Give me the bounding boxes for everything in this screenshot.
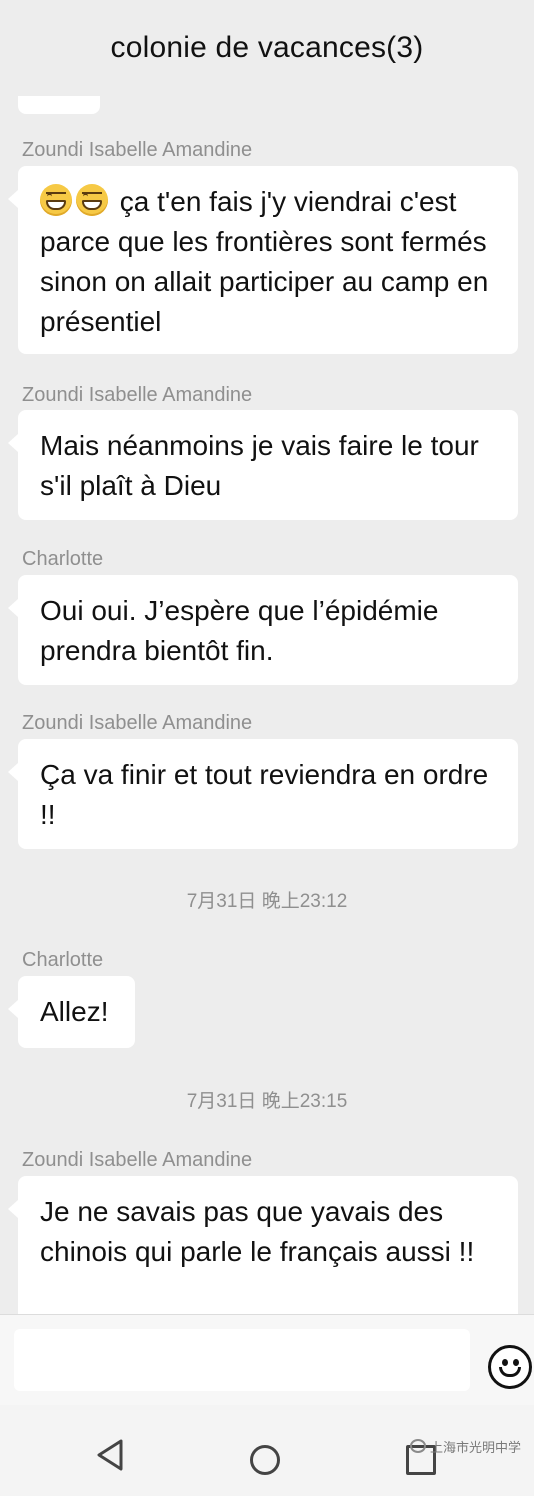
- message-bubble[interactable]: Allez!: [8, 976, 135, 1048]
- message-text: ça t'en fais j'y viendrai c'est parce qu…: [40, 186, 489, 337]
- message-bubble[interactable]: Je ne savais pas que yavais des chinois …: [8, 1176, 518, 1314]
- message-bubble[interactable]: ça t'en fais j'y viendrai c'est parce qu…: [8, 166, 518, 354]
- watermark: 上海市光明中学: [410, 1434, 530, 1458]
- previous-message-bubble[interactable]: [18, 96, 100, 114]
- chat-header: colonie de vacances(3): [0, 0, 534, 96]
- grinning-face-icon: [40, 184, 72, 216]
- message-text: Allez!: [40, 996, 109, 1027]
- message-sender: Zoundi Isabelle Amandine: [22, 712, 253, 734]
- back-triangle-icon[interactable]: [95, 1439, 127, 1471]
- message-timestamp: 7月31日 晚上23:15: [186, 1091, 348, 1112]
- chat-title: colonie de vacances(3): [110, 31, 424, 64]
- message-list[interactable]: Zoundi Isabelle Amandine ça t'en fais j'…: [0, 96, 534, 1314]
- message-text: Oui oui. J’espère que l’épidémie prendra…: [40, 595, 439, 666]
- smiley-face-icon[interactable]: [488, 1345, 532, 1389]
- message-sender: Zoundi Isabelle Amandine: [22, 139, 253, 161]
- message-timestamp: 7月31日 晚上23:12: [186, 891, 348, 912]
- message-sender: Zoundi Isabelle Amandine: [22, 384, 253, 406]
- message-bubble[interactable]: Oui oui. J’espère que l’épidémie prendra…: [8, 575, 518, 685]
- message-sender: Zoundi Isabelle Amandine: [22, 1149, 253, 1171]
- message-text: Je ne savais pas que yavais des chinois …: [40, 1196, 475, 1267]
- message-text: Mais néanmoins je vais faire le tour s'i…: [40, 430, 479, 501]
- watermark-text: 上海市光明中学: [430, 1439, 522, 1455]
- message-bubble[interactable]: Mais néanmoins je vais faire le tour s'i…: [8, 410, 518, 520]
- message-sender: Charlotte: [22, 548, 104, 570]
- grinning-face-icon: [76, 184, 108, 216]
- message-text: Ça va finir et tout reviendra en ordre !…: [40, 759, 489, 830]
- input-bar: [0, 1314, 534, 1405]
- message-input[interactable]: [14, 1329, 470, 1391]
- wechat-logo-icon: [410, 1439, 426, 1453]
- message-bubble[interactable]: Ça va finir et tout reviendra en ordre !…: [8, 739, 518, 849]
- home-circle-icon[interactable]: [250, 1445, 280, 1475]
- message-sender: Charlotte: [22, 949, 104, 971]
